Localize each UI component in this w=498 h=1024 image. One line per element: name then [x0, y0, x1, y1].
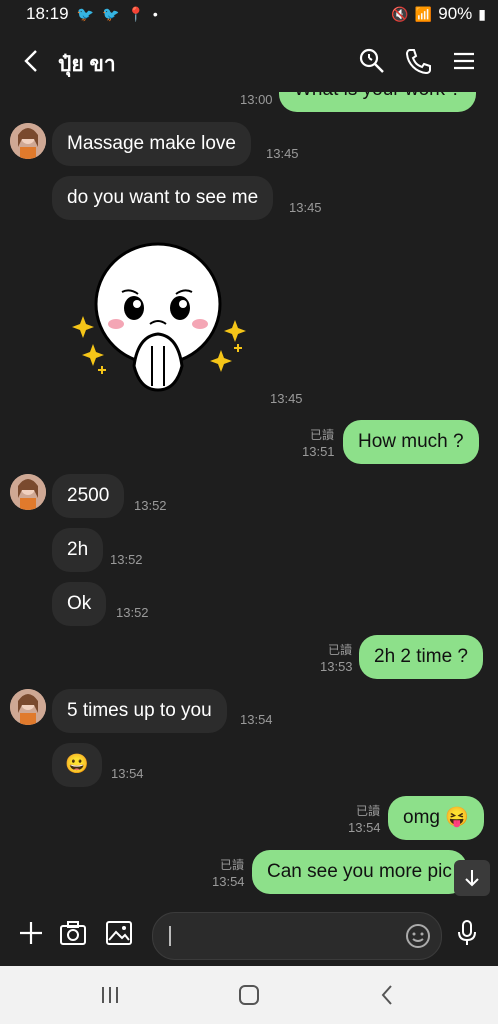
- composer-bar: [0, 904, 498, 966]
- read-receipt: 已讀: [356, 804, 381, 818]
- message-time: 13:54: [111, 766, 144, 781]
- battery-level: 90%: [438, 4, 473, 23]
- message-input[interactable]: [152, 912, 442, 960]
- sticker[interactable]: [66, 238, 250, 404]
- outgoing-message[interactable]: What is your work ?: [279, 92, 476, 112]
- incoming-message[interactable]: do you want to see me: [52, 176, 274, 220]
- status-time: 18:19: [26, 4, 69, 23]
- outgoing-message[interactable]: Can see you more pic: [252, 850, 467, 894]
- battery-icon: ▮: [478, 5, 486, 22]
- read-receipt: 已讀: [328, 643, 353, 657]
- twitter-icon: 🐦: [101, 5, 120, 22]
- search-icon[interactable]: [357, 46, 387, 76]
- incoming-message[interactable]: 2500: [52, 474, 125, 518]
- message-time: 13:45: [266, 146, 299, 161]
- incoming-message[interactable]: Ok: [52, 582, 107, 626]
- message-time: 13:00: [240, 92, 273, 107]
- emoji-icon[interactable]: [405, 923, 431, 949]
- home-icon[interactable]: [234, 982, 264, 1008]
- incoming-message[interactable]: 5 times up to you: [52, 689, 227, 733]
- message-time: 13:54: [212, 874, 245, 889]
- read-receipt: 已讀: [220, 858, 245, 872]
- menu-icon[interactable]: [449, 46, 479, 76]
- message-time: 13:53: [320, 659, 353, 674]
- avatar[interactable]: [10, 689, 46, 725]
- text-cursor: [169, 926, 171, 946]
- twitter-icon: 🐦: [76, 5, 94, 22]
- avatar[interactable]: [10, 123, 46, 159]
- incoming-message[interactable]: 2h: [52, 528, 104, 572]
- mute-icon: 🔇: [391, 5, 409, 22]
- recents-icon[interactable]: [95, 982, 125, 1008]
- message-time: 13:52: [116, 605, 149, 620]
- camera-icon[interactable]: [58, 918, 88, 948]
- back-icon[interactable]: [20, 46, 44, 76]
- message-list[interactable]: 13:00 What is your work ? Massage make l…: [0, 92, 498, 904]
- plus-icon[interactable]: [16, 918, 46, 948]
- message-time: 13:51: [302, 444, 335, 459]
- message-time: 13:45: [270, 391, 303, 406]
- read-receipt: 已讀: [310, 428, 335, 442]
- outgoing-message[interactable]: How much ?: [343, 420, 479, 464]
- wifi-icon: 📶: [414, 5, 433, 22]
- scroll-down-icon: [465, 870, 479, 887]
- scroll-down-button[interactable]: [454, 860, 490, 896]
- avatar[interactable]: [10, 474, 46, 510]
- system-nav-bar: [0, 966, 498, 1024]
- contact-name[interactable]: ปุ๋ย ขา: [58, 48, 116, 81]
- mic-icon[interactable]: [452, 918, 482, 948]
- image-icon[interactable]: [104, 918, 134, 948]
- incoming-message[interactable]: Massage make love: [52, 122, 251, 166]
- outgoing-message[interactable]: omg 😝: [388, 796, 484, 840]
- incoming-message[interactable]: 😀: [52, 743, 102, 787]
- chat-header: ปุ๋ย ขา: [0, 30, 498, 92]
- message-time: 13:52: [134, 498, 167, 513]
- phone-icon[interactable]: [403, 46, 433, 76]
- location-icon: 📍: [127, 5, 145, 22]
- nav-back-icon[interactable]: [373, 982, 403, 1008]
- message-time: 13:52: [110, 552, 143, 567]
- message-time: 13:54: [348, 820, 381, 835]
- status-bar: 18:19 🐦 🐦 📍 • 🔇 📶 90% ▮: [0, 0, 498, 30]
- outgoing-message[interactable]: 2h 2 time ?: [359, 635, 483, 679]
- message-time: 13:54: [240, 712, 273, 727]
- message-time: 13:45: [289, 200, 322, 215]
- dot-icon: •: [152, 6, 158, 22]
